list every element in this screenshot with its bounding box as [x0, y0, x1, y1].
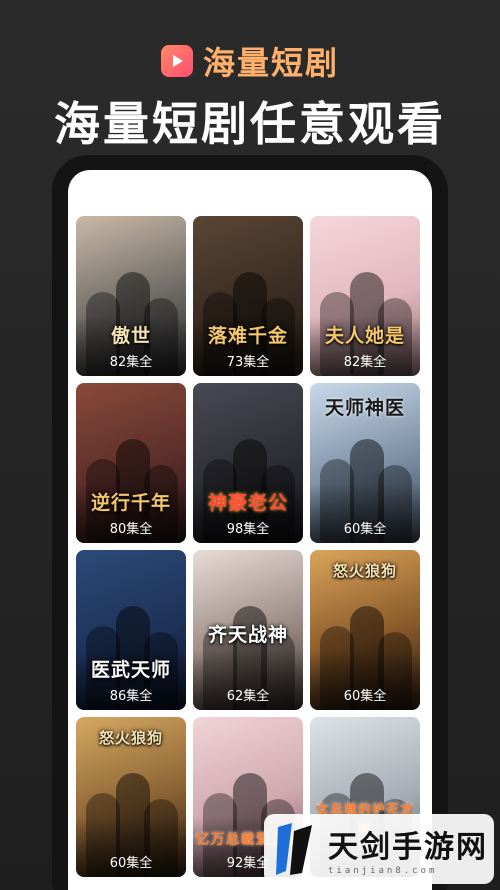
drama-card[interactable]: 怒火狼狗 60集全 — [310, 550, 420, 710]
episode-count: 60集全 — [343, 522, 387, 537]
drama-card[interactable]: 傲世 82集全 — [76, 216, 186, 376]
drama-card[interactable]: 医武天师 86集全 — [76, 550, 186, 710]
brand-header: 海量短剧 — [0, 38, 500, 84]
episode-count: 60集全 — [343, 689, 387, 704]
drama-card[interactable]: 天师神医 60集全 — [310, 383, 420, 543]
drama-title: 医武天师 — [90, 659, 171, 681]
drama-grid: 傲世 82集全 落难千金 73集全 夫人她是 82集全 逆行千年 80集全 神豪… — [76, 216, 420, 877]
brand-name: 海量短剧 — [202, 44, 339, 82]
episode-count: 82集全 — [343, 355, 387, 370]
drama-title: 齐天战神 — [207, 624, 288, 646]
drama-card[interactable]: 逆行千年 80集全 — [76, 383, 186, 543]
episode-count: 86集全 — [109, 689, 153, 704]
episode-count: 80集全 — [109, 522, 153, 537]
episode-count: 82集全 — [109, 355, 153, 370]
sword-logo-icon — [276, 823, 312, 875]
episode-count: 98集全 — [226, 522, 270, 537]
play-icon — [160, 45, 193, 77]
drama-card[interactable]: 神豪老公 98集全 — [193, 383, 303, 543]
drama-title: 落难千金 — [207, 325, 288, 347]
watermark-name: 天剑手游网 — [328, 830, 488, 865]
drama-title: 逆行千年 — [90, 492, 171, 514]
episode-count: 60集全 — [109, 856, 153, 871]
watermark-url: tianjian8.com — [328, 866, 438, 876]
app-screen: 傲世 82集全 落难千金 73集全 夫人她是 82集全 逆行千年 80集全 神豪… — [68, 170, 432, 890]
drama-title: 怒火狼狗 — [332, 562, 397, 580]
drama-card[interactable]: 夫人她是 82集全 — [310, 216, 420, 376]
drama-title: 天师神医 — [324, 397, 405, 419]
drama-title: 夫人她是 — [324, 325, 405, 347]
headline: 海量短剧任意观看 — [54, 97, 446, 151]
episode-count: 73集全 — [226, 355, 270, 370]
drama-title: 神豪老公 — [207, 492, 288, 514]
episode-count: 62集全 — [226, 689, 270, 704]
drama-title: 傲世 — [110, 325, 151, 347]
drama-title: 怒火狼狗 — [98, 729, 163, 747]
watermark-badge: 天剑手游网 tianjian8.com — [264, 814, 494, 884]
drama-card[interactable]: 落难千金 73集全 — [193, 216, 303, 376]
drama-card[interactable]: 怒火狼狗 60集全 — [76, 717, 186, 877]
drama-card[interactable]: 齐天战神 62集全 — [193, 550, 303, 710]
